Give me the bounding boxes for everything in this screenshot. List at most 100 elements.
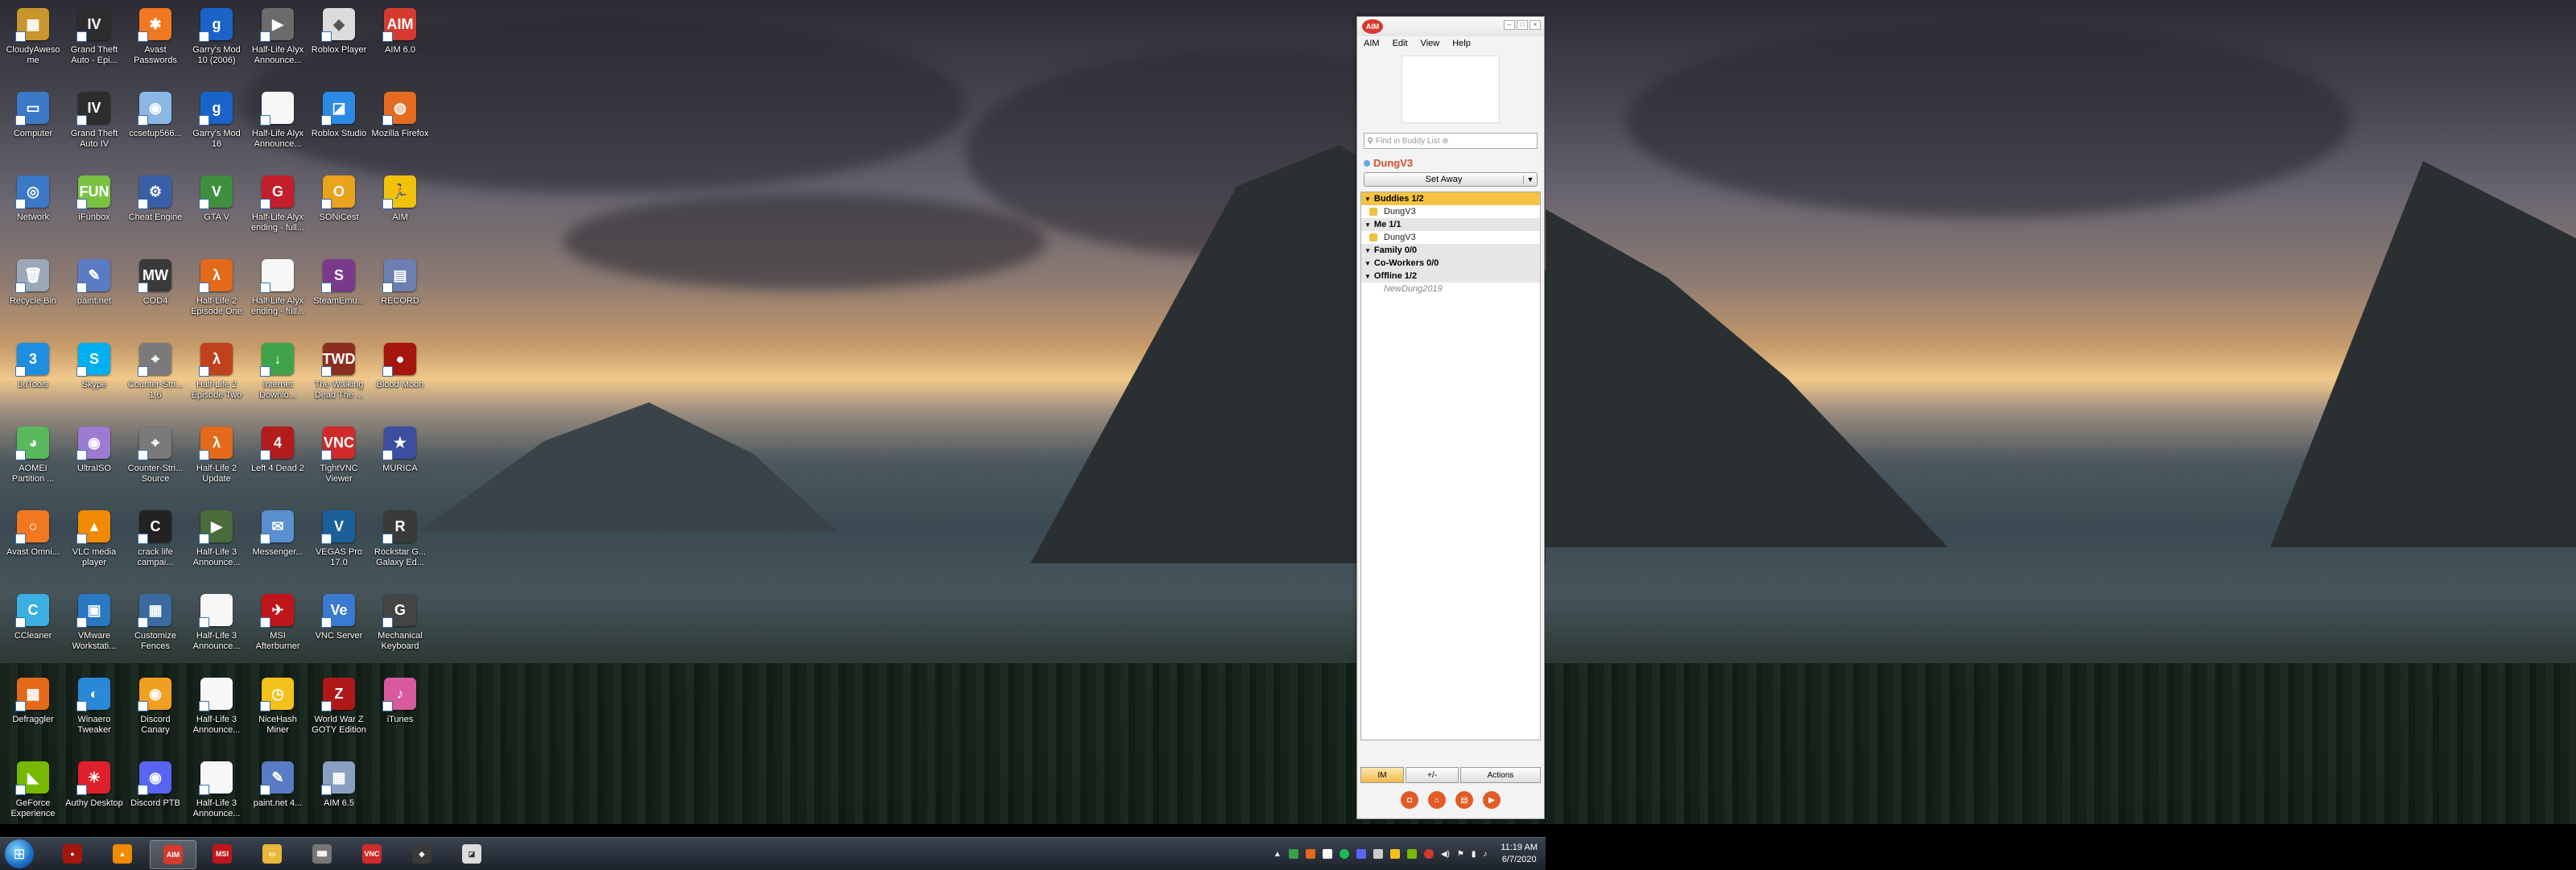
taskbar-rockstar-button[interactable]: ◆ xyxy=(399,840,444,868)
desktop-icon[interactable]: V GTA V xyxy=(187,167,246,245)
desktop-icon[interactable]: Half-Life Alyx Announce... xyxy=(248,84,308,161)
desktop-icon[interactable]: λ Half-Life 2 Episode One xyxy=(187,251,246,328)
clock[interactable]: 11:19 AM 6/7/2020 xyxy=(1501,842,1538,866)
desktop-icon[interactable]: ◉ ccsetup566... xyxy=(126,84,185,161)
desktop-icon[interactable]: FUN iFunbox xyxy=(64,167,124,245)
desktop-icon[interactable]: λ Half-Life 2 Episode Two xyxy=(187,335,246,412)
desktop-icon[interactable]: 4 Left 4 Dead 2 xyxy=(248,419,308,496)
lock-icon[interactable]: ◘ xyxy=(1401,791,1418,809)
menu-edit[interactable]: Edit xyxy=(1393,39,1408,48)
screen-name[interactable]: DungV3 xyxy=(1364,157,1538,169)
desktop-icon[interactable]: TWD The Walking Dead The ... xyxy=(309,335,369,412)
trash-icon[interactable]: ▤ xyxy=(1455,791,1473,809)
desktop-icon[interactable]: S Skype xyxy=(64,335,124,412)
desktop-icon[interactable]: S SteamEmu... xyxy=(309,251,369,328)
desktop-icon[interactable]: ◷ NiceHash Miner xyxy=(248,670,308,747)
desktop-icon[interactable]: ✱ Avast Passwords xyxy=(126,0,185,77)
buddy-search-input[interactable]: ⚲ Find in Buddy List ⊕ xyxy=(1364,133,1538,149)
desktop-icon[interactable]: ◍ Mozilla Firefox xyxy=(370,84,430,161)
buddy-group[interactable]: ▼ Buddies 1/2 xyxy=(1361,192,1540,205)
desktop-icon[interactable]: ▦ CloudyAwesome xyxy=(3,0,63,77)
desktop-icon[interactable]: ◕ AOMEI Partition ... xyxy=(3,419,63,496)
menu-help[interactable]: Help xyxy=(1452,39,1471,48)
buddy-row[interactable]: DungV3 xyxy=(1361,231,1540,244)
desktop-icon[interactable]: ★ MURICA xyxy=(370,419,430,496)
desktop-icon[interactable]: ○ Avast Omni... xyxy=(3,502,63,579)
play-icon[interactable]: ▶ xyxy=(1483,791,1501,809)
desktop-icon[interactable]: Half-Life 3 Announce... xyxy=(187,753,246,824)
desktop-icon[interactable]: ✳ Authy Desktop xyxy=(64,753,124,824)
aim-titlebar[interactable]: AIM – □ × xyxy=(1357,17,1544,36)
desktop-icon[interactable]: ✎ paint.net 4... xyxy=(248,753,308,824)
desktop-icon[interactable]: IV Grand Theft Auto IV xyxy=(64,84,124,161)
desktop-icon[interactable]: ◉ Discord PTB xyxy=(126,753,185,824)
desktop-icon[interactable]: C CCleaner xyxy=(3,586,63,663)
desktop-icon[interactable]: Ccrack life campai... xyxy=(126,502,185,579)
desktop-icon[interactable]: MW COD4 xyxy=(126,251,185,328)
tray-app-icon[interactable] xyxy=(1389,849,1400,859)
desktop-icon[interactable]: G Half-Life Alyx ending - full... xyxy=(248,167,308,245)
start-button[interactable] xyxy=(5,839,34,868)
buddy-group[interactable]: ▼ Co-Workers 0/0 xyxy=(1361,257,1540,270)
desktop-icon[interactable]: ⚙ Cheat Engine xyxy=(126,167,185,245)
desktop-icon[interactable]: 🏃 AIM xyxy=(370,167,430,245)
taskbar-blood-moon-button[interactable]: ● xyxy=(50,840,95,868)
volume-icon[interactable]: ◀) xyxy=(1441,850,1450,859)
desktop-icon[interactable]: V VEGAS Pro 17.0 xyxy=(309,502,369,579)
desktop-icon[interactable]: ▶ Half-Life Alyx Announce... xyxy=(248,0,308,77)
desktop-icon[interactable]: λ Half-Life 2 Update xyxy=(187,419,246,496)
desktop-icon[interactable]: ◣ GeForce Experience xyxy=(3,753,63,824)
desktop-icon[interactable]: Half-Life 3 Announce... xyxy=(187,586,246,663)
desktop-icon[interactable]: ⌖ Counter-Stri... Source xyxy=(126,419,185,496)
tray-app-icon[interactable] xyxy=(1322,849,1332,859)
desktop-icon[interactable]: G Mechanical Keyboard xyxy=(370,586,430,663)
desktop-icon[interactable]: R Rockstar G... Galaxy Ed... xyxy=(370,502,430,579)
actions-button[interactable]: Actions xyxy=(1460,767,1541,783)
desktop-icon[interactable]: ♪ iTunes xyxy=(370,670,430,747)
desktop-icon[interactable]: ⌖ Counter-Stri... 1.6 xyxy=(126,335,185,412)
desktop-icon[interactable]: ▦ AIM 6.5 xyxy=(309,753,369,824)
desktop-icon[interactable]: ▦ Defraggler xyxy=(3,670,63,747)
desktop-icon[interactable]: ✈ MSI Afterburner xyxy=(248,586,308,663)
buddy-group[interactable]: ▼ Offline 1/2 xyxy=(1361,270,1540,282)
desktop-icon[interactable]: ◆ Roblox Player xyxy=(309,0,369,77)
desktop-icon[interactable]: 🗑 Recycle Bin xyxy=(3,251,63,328)
buddy-icon-area[interactable] xyxy=(1402,56,1500,123)
tray-app-icon[interactable] xyxy=(1423,849,1434,859)
tray-app-icon[interactable] xyxy=(1356,849,1366,859)
desktop-icon[interactable]: 3 3uTools xyxy=(3,335,63,412)
desktop-icon[interactable]: ◪ Roblox Studio xyxy=(309,84,369,161)
desktop-icon[interactable]: ✉ Messenger... xyxy=(248,502,308,579)
desktop-icon[interactable]: ● Blood Moon xyxy=(370,335,430,412)
menu-aim[interactable]: AIM xyxy=(1364,39,1380,48)
tray-app-icon[interactable] xyxy=(1305,849,1315,859)
menu-view[interactable]: View xyxy=(1421,39,1440,48)
home-icon[interactable]: ⌂ xyxy=(1428,791,1446,809)
tray-app-icon[interactable] xyxy=(1373,849,1383,859)
desktop-icon[interactable]: ▣ VMware Workstati... xyxy=(64,586,124,663)
desktop-icon[interactable]: ◎ Network xyxy=(3,167,63,245)
close-button[interactable]: × xyxy=(1530,20,1541,30)
desktop-icon[interactable]: ◉ UltraISO xyxy=(64,419,124,496)
tray-app-icon[interactable] xyxy=(1339,849,1349,859)
taskbar-roblox-button[interactable]: ◪ xyxy=(449,840,494,868)
network-icon[interactable]: ▮ xyxy=(1472,850,1476,859)
taskbar-msi-button[interactable]: MSI xyxy=(200,840,245,868)
desktop-icon[interactable]: ▭ Computer xyxy=(3,84,63,161)
desktop-icon[interactable]: ↓ Internet Downlo... xyxy=(248,335,308,412)
desktop-icon[interactable]: Z World War Z GOTY Edition xyxy=(309,670,369,747)
add-remove-button[interactable]: +/- xyxy=(1406,767,1459,783)
desktop-icon[interactable]: g Garry's Mod 10 (2006) xyxy=(187,0,246,77)
desktop-icon[interactable]: ◉ Discord Canary xyxy=(126,670,185,747)
taskbar-explorer-button[interactable]: ▭ xyxy=(250,840,295,868)
desktop-icon[interactable]: IV Grand Theft Auto - Epi... xyxy=(64,0,124,77)
desktop-icon[interactable]: ▲ VLC media player xyxy=(64,502,124,579)
maximize-button[interactable]: □ xyxy=(1517,20,1528,30)
aim-buddy-list-window[interactable]: AIM – □ × AIM Edit View Help ⚲ Find in B… xyxy=(1356,16,1545,819)
im-button[interactable]: IM xyxy=(1360,767,1404,783)
desktop-icon[interactable]: ▶ Half-Life 3 Announce... xyxy=(187,502,246,579)
buddy-list[interactable]: ▼ Buddies 1/2 DungV3 ▼ Me 1/1 DungV3 ▼ Family 0… xyxy=(1360,192,1541,740)
desktop-icon[interactable]: Half-Life Alyx ending - full... xyxy=(248,251,308,328)
buddy-row[interactable]: NewDung2019 xyxy=(1361,282,1540,295)
minimize-button[interactable]: – xyxy=(1504,20,1515,30)
